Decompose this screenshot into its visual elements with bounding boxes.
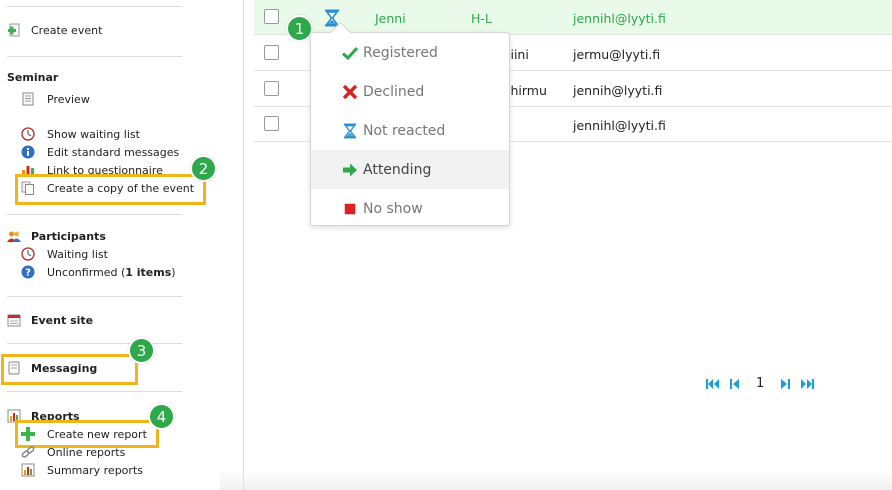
row-checkbox[interactable] <box>264 81 279 96</box>
table-row[interactable]: Jenni H-L jennihl@lyyti.fi <box>254 0 892 35</box>
divider <box>7 391 182 392</box>
x-icon <box>341 83 359 101</box>
people-icon <box>7 229 21 243</box>
hourglass-icon <box>341 122 359 140</box>
arrow-right-icon <box>341 161 359 179</box>
highlight-box-2 <box>15 174 206 205</box>
summary-reports-link[interactable]: Summary reports <box>21 463 143 477</box>
row-checkbox[interactable] <box>264 45 279 60</box>
previous-page-icon[interactable] <box>728 377 742 391</box>
row-checkbox[interactable] <box>264 116 279 131</box>
menu-item-declined[interactable]: Declined <box>311 72 509 111</box>
pagination: 1 <box>706 376 815 391</box>
online-reports-label: Online reports <box>47 445 126 459</box>
menu-item-label: No show <box>363 200 423 217</box>
status-menu: Registered Declined Not reacted Attendin… <box>310 32 510 226</box>
document-icon <box>21 92 35 106</box>
next-page-icon[interactable] <box>778 377 792 391</box>
sidebar: Create event Seminar Preview Show waitin… <box>0 0 244 490</box>
first-name-cell: Jenni <box>375 11 406 26</box>
waiting-list-link[interactable]: Waiting list <box>21 247 108 261</box>
menu-item-attending[interactable]: Attending <box>311 150 509 189</box>
step-badge-1: 1 <box>286 15 313 42</box>
last-name-cell: liini <box>507 47 529 62</box>
highlight-box-3 <box>1 354 138 385</box>
show-waiting-list-link[interactable]: Show waiting list <box>21 127 140 141</box>
menu-item-label: Attending <box>363 161 432 178</box>
step-badge-4: 4 <box>148 403 175 430</box>
menu-item-registered[interactable]: Registered <box>311 33 509 72</box>
step-badge-2: 2 <box>190 155 217 182</box>
waiting-list-label: Waiting list <box>47 247 108 261</box>
link-icon <box>21 445 35 459</box>
divider <box>7 6 182 7</box>
chart-icon <box>21 463 35 477</box>
clock-icon <box>21 127 35 141</box>
create-event-label: Create event <box>31 23 103 37</box>
email-cell: jennih@lyyti.fi <box>573 83 663 98</box>
add-document-icon <box>8 23 22 37</box>
question-icon: ? <box>21 265 35 279</box>
info-icon <box>21 145 35 159</box>
divider <box>7 56 182 57</box>
row-checkbox[interactable] <box>264 9 279 24</box>
unconfirmed-prefix: Unconfirmed ( <box>47 265 126 279</box>
calendar-icon <box>7 313 21 327</box>
participants-heading: Participants <box>31 229 106 243</box>
event-site-link[interactable]: Event site <box>7 313 93 327</box>
preview-link[interactable]: Preview <box>21 92 90 106</box>
bottom-shadow <box>220 470 892 490</box>
last-name-cell: H-L <box>471 11 492 26</box>
step-badge-3: 3 <box>128 337 155 364</box>
create-event-link[interactable]: Create event <box>8 23 102 37</box>
preview-label: Preview <box>47 92 90 106</box>
first-page-icon[interactable] <box>706 377 720 391</box>
email-cell: jennihl@lyyti.fi <box>573 118 666 133</box>
divider <box>7 296 182 297</box>
participants-heading-row: Participants <box>7 229 106 243</box>
divider <box>7 214 182 215</box>
current-page-number: 1 <box>756 376 765 391</box>
clock-icon <box>21 247 35 261</box>
menu-item-label: Registered <box>363 44 438 61</box>
event-site-label: Event site <box>31 313 94 327</box>
summary-reports-label: Summary reports <box>47 463 143 477</box>
unconfirmed-link[interactable]: ? Unconfirmed (1 items) <box>21 265 176 279</box>
email-cell: jermu@lyyti.fi <box>573 47 661 62</box>
last-page-icon[interactable] <box>800 377 815 391</box>
square-icon <box>341 200 359 218</box>
edit-standard-messages-link[interactable]: Edit standard messages <box>21 145 179 159</box>
email-cell: jennihl@lyyti.fi <box>573 11 666 26</box>
highlight-box-4 <box>15 420 159 448</box>
svg-text:?: ? <box>25 268 31 279</box>
seminar-heading: Seminar <box>7 71 59 84</box>
unconfirmed-label: Unconfirmed (1 items) <box>47 266 176 279</box>
check-icon <box>341 44 359 62</box>
menu-item-not-reacted[interactable]: Not reacted <box>311 111 509 150</box>
menu-item-no-show[interactable]: No show <box>311 189 509 228</box>
last-name-cell: ihirmu <box>507 83 547 98</box>
menu-item-label: Not reacted <box>363 122 446 139</box>
show-waiting-list-label: Show waiting list <box>47 127 140 141</box>
unconfirmed-count: 1 items <box>125 265 172 279</box>
unconfirmed-suffix: ) <box>171 265 176 279</box>
menu-item-label: Declined <box>363 83 425 100</box>
edit-standard-messages-label: Edit standard messages <box>47 145 180 159</box>
divider <box>7 343 182 344</box>
online-reports-link[interactable]: Online reports <box>21 445 125 459</box>
